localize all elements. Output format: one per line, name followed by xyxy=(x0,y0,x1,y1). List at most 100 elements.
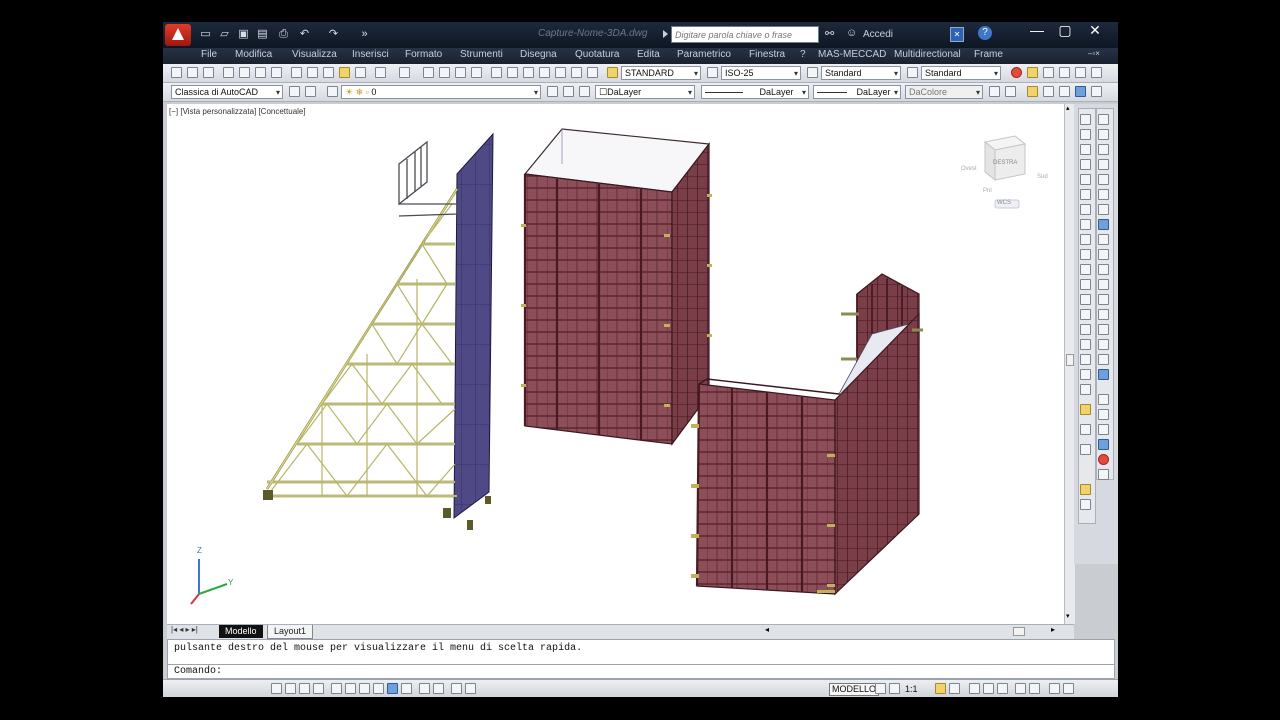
undo-icon[interactable] xyxy=(375,67,386,78)
qnew-icon[interactable] xyxy=(171,67,182,78)
insert-block-icon[interactable] xyxy=(1080,279,1091,290)
undo-icon[interactable]: ↶ xyxy=(298,27,311,41)
mleader-style-select[interactable]: Standard xyxy=(921,66,1001,80)
layer-states-icon[interactable] xyxy=(579,86,590,97)
stretch-icon[interactable] xyxy=(1098,234,1109,245)
make-block-icon[interactable] xyxy=(1080,294,1091,305)
maximize-button[interactable]: ▢ xyxy=(1051,22,1079,40)
color-select[interactable]: ☐DaLayer xyxy=(595,85,695,99)
design-center-icon[interactable] xyxy=(507,67,518,78)
hscroll-left-icon[interactable]: ◂ xyxy=(765,625,769,634)
status-menu-icon[interactable] xyxy=(1063,683,1074,694)
render-icon[interactable] xyxy=(1043,86,1054,97)
am-icon[interactable] xyxy=(465,683,476,694)
camera-icon[interactable] xyxy=(1098,394,1109,405)
menu-frame[interactable]: Frame xyxy=(974,49,1003,60)
isolate-objects-icon[interactable] xyxy=(1015,683,1026,694)
region-icon[interactable] xyxy=(1080,354,1091,365)
tab-nav-icons[interactable]: |◂ ◂ ▸ ▸| xyxy=(171,625,198,634)
menu-parametrico[interactable]: Parametrico xyxy=(677,49,731,60)
redo-icon[interactable]: ↷ xyxy=(327,27,340,41)
trim-icon[interactable] xyxy=(1098,249,1109,260)
menu-help[interactable]: ? xyxy=(800,49,806,60)
user-icon[interactable]: ☺ xyxy=(846,27,857,39)
pan-icon[interactable] xyxy=(423,67,434,78)
preview-icon[interactable] xyxy=(239,67,250,78)
new-icon[interactable]: ▭ xyxy=(199,27,212,41)
menu-inserisci[interactable]: Inserisci xyxy=(352,49,389,60)
search-expand-icon[interactable] xyxy=(663,30,668,38)
hscroll-thumb[interactable] xyxy=(1013,627,1025,636)
save-as-icon[interactable]: ▤ xyxy=(256,27,269,41)
otrack-icon[interactable] xyxy=(359,683,370,694)
zoom-previous-icon[interactable] xyxy=(471,67,482,78)
spline-icon[interactable] xyxy=(1080,234,1091,245)
snap-icon[interactable] xyxy=(271,683,282,694)
mleader-style-icon[interactable] xyxy=(907,67,918,78)
walk-icon[interactable] xyxy=(1098,409,1109,420)
markup-icon[interactable] xyxy=(555,67,566,78)
ellipse-icon[interactable] xyxy=(1080,249,1091,260)
fly-icon[interactable] xyxy=(1098,424,1109,435)
open-icon[interactable]: ▱ xyxy=(218,27,231,41)
properties-icon[interactable] xyxy=(491,67,502,78)
menu-finestra[interactable]: Finestra xyxy=(749,49,785,60)
tpy-icon[interactable] xyxy=(419,683,430,694)
menu-quotatura[interactable]: Quotatura xyxy=(575,49,619,60)
block-editor-icon[interactable] xyxy=(355,67,366,78)
add-selected-icon[interactable] xyxy=(1080,404,1091,415)
sun-icon[interactable] xyxy=(1027,86,1038,97)
hatch-icon[interactable] xyxy=(1080,324,1091,335)
explode-icon[interactable] xyxy=(1098,354,1109,365)
array-icon[interactable] xyxy=(1098,174,1109,185)
wireframe-icon[interactable] xyxy=(1005,86,1016,97)
lwt-icon[interactable] xyxy=(401,683,412,694)
viewcube-face-label[interactable]: DESTRA xyxy=(993,160,1017,166)
menu-visualizza[interactable]: Visualizza xyxy=(292,49,337,60)
annotation-visibility-icon[interactable] xyxy=(935,683,946,694)
layer-tool-icon[interactable] xyxy=(1080,484,1091,495)
plot-icon[interactable] xyxy=(223,67,234,78)
workspace-select[interactable]: Classica di AutoCAD xyxy=(171,85,283,99)
multileader-icon[interactable] xyxy=(1043,67,1054,78)
visual-styles-icon[interactable] xyxy=(989,86,1000,97)
erase-icon[interactable] xyxy=(1098,114,1109,125)
close-button[interactable]: ✕ xyxy=(1081,22,1109,40)
construction-line-icon[interactable] xyxy=(1080,129,1091,140)
table-style-select[interactable]: Standard xyxy=(821,66,901,80)
drawing-canvas[interactable]: [−] [Vista personalizzata] [Concettuale] xyxy=(167,104,1064,624)
quick-view-layouts-icon[interactable] xyxy=(875,683,886,694)
viewcube-south-label[interactable]: Sud xyxy=(1037,174,1048,180)
menu-edita[interactable]: Edita xyxy=(637,49,660,60)
match-properties-icon[interactable] xyxy=(339,67,350,78)
menu-multidirectional[interactable]: Multidirectional xyxy=(894,49,961,60)
make-current-layer-icon[interactable] xyxy=(547,86,558,97)
wcs-menu[interactable]: WCS xyxy=(997,200,1011,206)
chamfer-icon[interactable] xyxy=(1098,309,1109,320)
dyn-icon[interactable] xyxy=(387,683,398,694)
scale-icon[interactable] xyxy=(1098,219,1109,230)
light-icon[interactable] xyxy=(1027,67,1038,78)
3d-orbit-icon[interactable] xyxy=(1098,369,1109,380)
materials-icon[interactable] xyxy=(1059,86,1070,97)
zoom-in-icon[interactable] xyxy=(1080,424,1091,435)
mtext-icon[interactable] xyxy=(1080,384,1091,395)
copy-object-icon[interactable] xyxy=(1098,129,1109,140)
application-menu-button[interactable] xyxy=(165,24,191,46)
add-leader-icon[interactable] xyxy=(1059,67,1070,78)
menu-strumenti[interactable]: Strumenti xyxy=(460,49,503,60)
qat-menu-icon[interactable]: » xyxy=(358,27,371,41)
offset-icon[interactable] xyxy=(1098,159,1109,170)
conceptual-style-icon[interactable] xyxy=(1091,86,1102,97)
status-tray-icon[interactable] xyxy=(1029,683,1040,694)
sheet-set-icon[interactable] xyxy=(539,67,550,78)
material-sphere-icon[interactable] xyxy=(1098,454,1109,465)
insert-table-icon[interactable] xyxy=(1080,499,1091,510)
dim-style-icon[interactable] xyxy=(707,67,718,78)
polyline-icon[interactable] xyxy=(1080,144,1091,155)
scroll-up-icon[interactable]: ▴ xyxy=(1066,104,1070,112)
scroll-thumb[interactable] xyxy=(1066,354,1074,366)
zoom-realtime-icon[interactable] xyxy=(439,67,450,78)
tab-layout1[interactable]: Layout1 xyxy=(267,625,314,639)
zoom-window-icon[interactable] xyxy=(455,67,466,78)
